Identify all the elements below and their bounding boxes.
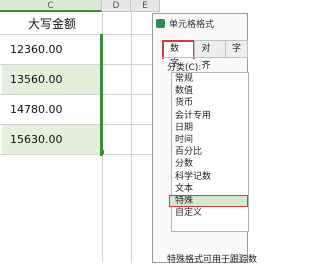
category-item-accounting[interactable]: 会计专用 [172,110,248,122]
format-cells-dialog: 单元格格式 数字 对齐 字 分类(C): 常规 数值 货币 会计专用 日期 时间… [152,13,257,265]
header-cell[interactable]: 大写金额 [2,13,102,34]
category-item-time[interactable]: 时间 [172,134,248,146]
fill-handle[interactable] [100,150,104,154]
amount-cell[interactable]: 14780.00 [2,95,102,124]
category-list[interactable]: 常规 数值 货币 会计专用 日期 时间 百分比 分数 科学记数 文本 特殊 自定… [169,72,249,232]
category-item-general[interactable]: 常规 [172,73,248,85]
amount-cell[interactable]: 12360.00 [2,35,102,64]
gridline [131,12,132,263]
column-header-e[interactable]: E [131,0,160,12]
amount-cell[interactable]: 13560.00 [2,65,102,94]
tab-font[interactable]: 字 [224,40,248,58]
amount-cell[interactable]: 15630.00 [2,125,102,154]
category-item-date[interactable]: 日期 [172,122,248,134]
selection-border [100,34,103,156]
dialog-titlebar[interactable]: 单元格格式 [153,14,247,32]
column-header-d[interactable]: D [102,0,131,12]
category-item-fraction[interactable]: 分数 [172,158,248,170]
dialog-title: 单元格格式 [169,19,215,30]
category-item-text[interactable]: 文本 [172,183,248,195]
column-header-c[interactable]: C [0,0,102,12]
tab-divider [162,57,247,58]
category-item-percentage[interactable]: 百分比 [172,146,248,158]
category-item-special[interactable]: 特殊 [169,194,248,208]
category-item-scientific[interactable]: 科学记数 [172,171,248,183]
category-hint: 特殊格式可用于跟踪数 [167,255,258,265]
category-item-number[interactable]: 数值 [172,85,248,97]
category-item-currency[interactable]: 货币 [172,97,248,109]
category-item-custom[interactable]: 自定义 [172,207,248,219]
gridline [0,154,160,155]
tab-alignment[interactable]: 对齐 [194,40,226,71]
app-icon [156,18,165,28]
